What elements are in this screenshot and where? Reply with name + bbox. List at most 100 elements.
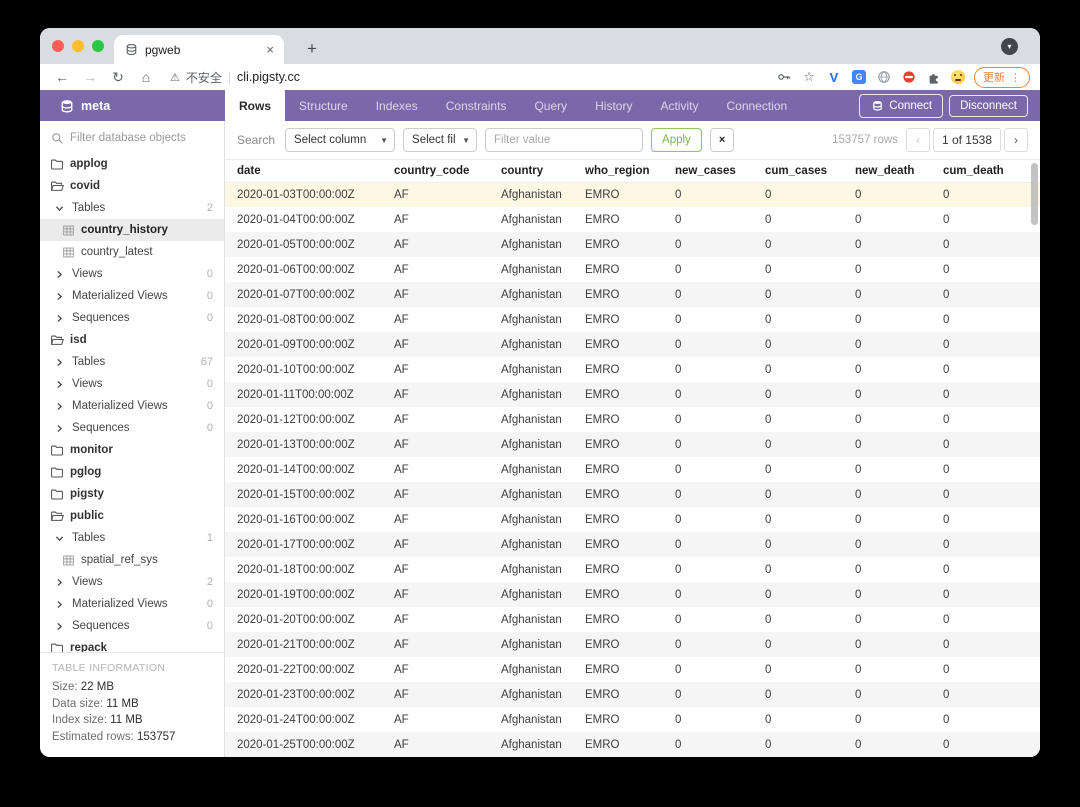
globe-icon[interactable] <box>876 69 892 85</box>
sidebar-group-materialized-views[interactable]: Materialized Views0 <box>40 285 224 307</box>
column-header-country[interactable]: country <box>489 160 573 182</box>
sidebar-group-materialized-views[interactable]: Materialized Views0 <box>40 395 224 417</box>
table-row[interactable]: 2020-01-14T00:00:00ZAFAfghanistanEMRO000… <box>225 457 1040 482</box>
filter-type-select[interactable]: Select filter ▼ <box>403 128 477 152</box>
sidebar-schema-pglog[interactable]: pglog <box>40 461 224 483</box>
sidebar-group-views[interactable]: Views0 <box>40 373 224 395</box>
zoom-window-button[interactable] <box>92 40 104 52</box>
column-header-cum_death[interactable]: cum_death <box>931 160 1040 182</box>
sidebar-group-tables[interactable]: Tables1 <box>40 527 224 549</box>
tree-item-label: Sequences <box>72 422 130 434</box>
table-row[interactable]: 2020-01-06T00:00:00ZAFAfghanistanEMRO000… <box>225 257 1040 282</box>
column-header-date[interactable]: date <box>225 160 382 182</box>
home-button[interactable]: ⌂ <box>134 69 158 85</box>
scrollbar-thumb[interactable] <box>1031 163 1038 225</box>
toolbar-extensions: ☆ V G 更新 ⋮ <box>776 67 1030 88</box>
column-header-who_region[interactable]: who_region <box>573 160 663 182</box>
address-bar[interactable]: ⚠ 不安全 | cli.pigsty.cc <box>170 69 300 86</box>
column-header-new_cases[interactable]: new_cases <box>663 160 753 182</box>
new-tab-button[interactable]: + <box>298 35 326 63</box>
table-row[interactable]: 2020-01-17T00:00:00ZAFAfghanistanEMRO000… <box>225 532 1040 557</box>
table-row[interactable]: 2020-01-12T00:00:00ZAFAfghanistanEMRO000… <box>225 407 1040 432</box>
reload-button[interactable]: ↻ <box>106 69 130 86</box>
forward-button[interactable]: → <box>78 69 102 85</box>
sidebar-schema-monitor[interactable]: monitor <box>40 439 224 461</box>
table-row[interactable]: 2020-01-08T00:00:00ZAFAfghanistanEMRO000… <box>225 307 1040 332</box>
main-content: Search Select column ▼ Select filter ▼ A… <box>225 121 1040 757</box>
column-header-country_code[interactable]: country_code <box>382 160 489 182</box>
sidebar-group-tables[interactable]: Tables2 <box>40 197 224 219</box>
disconnect-button[interactable]: Disconnect <box>949 95 1028 117</box>
table-row[interactable]: 2020-01-15T00:00:00ZAFAfghanistanEMRO000… <box>225 482 1040 507</box>
sidebar-group-sequences[interactable]: Sequences0 <box>40 307 224 329</box>
sidebar-group-sequences[interactable]: Sequences0 <box>40 417 224 439</box>
sidebar-table-country_latest[interactable]: country_latest <box>40 241 224 263</box>
table-row[interactable]: 2020-01-05T00:00:00ZAFAfghanistanEMRO000… <box>225 232 1040 257</box>
filter-objects-input[interactable] <box>70 132 214 144</box>
emoji-extension-icon[interactable] <box>951 70 965 84</box>
browser-tab[interactable]: pgweb × <box>114 35 284 64</box>
next-page-button[interactable]: › <box>1004 128 1028 152</box>
table-row[interactable]: 2020-01-20T00:00:00ZAFAfghanistanEMRO000… <box>225 607 1040 632</box>
back-button[interactable]: ← <box>50 69 74 85</box>
sidebar-group-views[interactable]: Views2 <box>40 571 224 593</box>
cell-country_code: AF <box>382 732 489 757</box>
table-row[interactable]: 2020-01-24T00:00:00ZAFAfghanistanEMRO000… <box>225 707 1040 732</box>
apply-button[interactable]: Apply <box>651 128 702 152</box>
tab-query[interactable]: Query <box>520 90 581 121</box>
table-row[interactable]: 2020-01-19T00:00:00ZAFAfghanistanEMRO000… <box>225 582 1040 607</box>
tab-history[interactable]: History <box>581 90 646 121</box>
close-window-button[interactable] <box>52 40 64 52</box>
table-row[interactable]: 2020-01-23T00:00:00ZAFAfghanistanEMRO000… <box>225 682 1040 707</box>
clear-filter-button[interactable]: × <box>710 128 734 152</box>
column-header-new_death[interactable]: new_death <box>843 160 931 182</box>
connect-button[interactable]: Connect <box>859 94 943 118</box>
sidebar-schema-applog[interactable]: applog <box>40 153 224 175</box>
sidebar-group-views[interactable]: Views0 <box>40 263 224 285</box>
puzzle-icon[interactable] <box>926 69 942 85</box>
red-extension-icon[interactable] <box>901 69 917 85</box>
tab-activity[interactable]: Activity <box>646 90 712 121</box>
table-row[interactable]: 2020-01-09T00:00:00ZAFAfghanistanEMRO000… <box>225 332 1040 357</box>
tab-structure[interactable]: Structure <box>285 90 362 121</box>
tab-rows[interactable]: Rows <box>225 90 285 121</box>
extension-v-icon[interactable]: V <box>826 69 842 85</box>
table-row[interactable]: 2020-01-03T00:00:00ZAFAfghanistanEMRO000… <box>225 182 1040 207</box>
tab-constraints[interactable]: Constraints <box>432 90 521 121</box>
sidebar-table-country_history[interactable]: country_history <box>40 219 224 241</box>
tab-indexes[interactable]: Indexes <box>362 90 432 121</box>
table-row[interactable]: 2020-01-25T00:00:00ZAFAfghanistanEMRO000… <box>225 732 1040 757</box>
sidebar-group-tables[interactable]: Tables67 <box>40 351 224 373</box>
table-row[interactable]: 2020-01-10T00:00:00ZAFAfghanistanEMRO000… <box>225 357 1040 382</box>
close-tab-icon[interactable]: × <box>266 42 274 57</box>
sidebar-table-spatial_ref_sys[interactable]: spatial_ref_sys <box>40 549 224 571</box>
table-row[interactable]: 2020-01-13T00:00:00ZAFAfghanistanEMRO000… <box>225 432 1040 457</box>
previous-page-button[interactable]: ‹ <box>906 128 930 152</box>
column-header-cum_cases[interactable]: cum_cases <box>753 160 843 182</box>
bookmark-star-icon[interactable]: ☆ <box>801 69 817 85</box>
table-row[interactable]: 2020-01-22T00:00:00ZAFAfghanistanEMRO000… <box>225 657 1040 682</box>
cell-cum_death: 0 <box>931 307 1040 332</box>
tab-search-button[interactable]: ▾ <box>1001 38 1018 55</box>
tab-connection[interactable]: Connection <box>712 90 801 121</box>
table-row[interactable]: 2020-01-18T00:00:00ZAFAfghanistanEMRO000… <box>225 557 1040 582</box>
sidebar-schema-repack[interactable]: repack <box>40 637 224 652</box>
table-row[interactable]: 2020-01-16T00:00:00ZAFAfghanistanEMRO000… <box>225 507 1040 532</box>
minimize-window-button[interactable] <box>72 40 84 52</box>
table-row[interactable]: 2020-01-21T00:00:00ZAFAfghanistanEMRO000… <box>225 632 1040 657</box>
sidebar-schema-pigsty[interactable]: pigsty <box>40 483 224 505</box>
table-row[interactable]: 2020-01-11T00:00:00ZAFAfghanistanEMRO000… <box>225 382 1040 407</box>
browser-update-button[interactable]: 更新 ⋮ <box>974 67 1030 88</box>
key-icon[interactable] <box>776 69 792 85</box>
update-menu-icon[interactable]: ⋮ <box>1010 71 1021 84</box>
sidebar-schema-covid[interactable]: covid <box>40 175 224 197</box>
sidebar-schema-public[interactable]: public <box>40 505 224 527</box>
sidebar-group-sequences[interactable]: Sequences0 <box>40 615 224 637</box>
column-select[interactable]: Select column ▼ <box>285 128 395 152</box>
table-row[interactable]: 2020-01-07T00:00:00ZAFAfghanistanEMRO000… <box>225 282 1040 307</box>
table-row[interactable]: 2020-01-04T00:00:00ZAFAfghanistanEMRO000… <box>225 207 1040 232</box>
sidebar-schema-isd[interactable]: isd <box>40 329 224 351</box>
filter-value-input[interactable] <box>485 128 643 152</box>
translate-icon[interactable]: G <box>851 69 867 85</box>
sidebar-group-materialized-views[interactable]: Materialized Views0 <box>40 593 224 615</box>
